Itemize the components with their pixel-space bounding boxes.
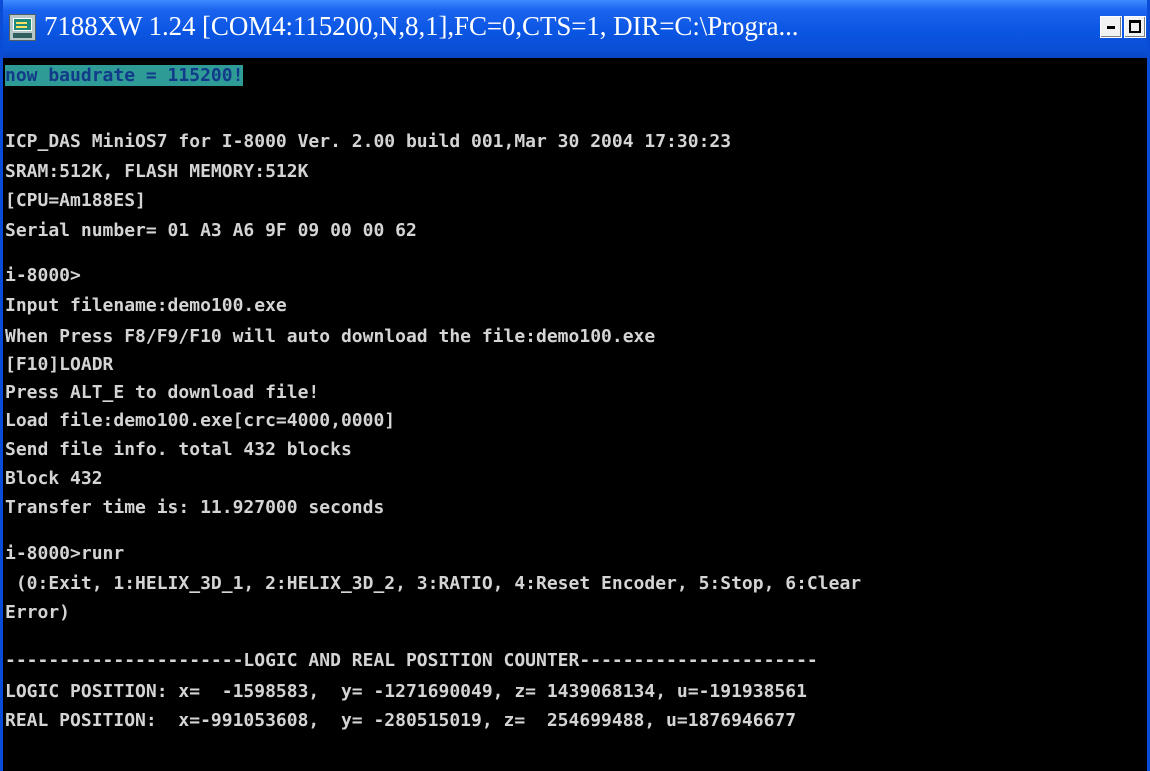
maximize-button[interactable] (1124, 16, 1146, 38)
console-line: Block 432 (5, 468, 103, 489)
title-bar[interactable]: 7188XW 1.24 [COM4:115200,N,8,1],FC=0,CTS… (3, 0, 1147, 58)
console-line: (0:Exit, 1:HELIX_3D_1, 2:HELIX_3D_2, 3:R… (5, 573, 862, 594)
console-line: ICP_DAS MiniOS7 for I-8000 Ver. 2.00 bui… (5, 131, 732, 152)
real-position-line: REAL POSITION: x=-991053608, y= -2805150… (5, 710, 797, 731)
console-line: [CPU=Am188ES] (5, 190, 146, 211)
console-line: Input filename:demo100.exe (5, 295, 287, 316)
console-line: When Press F8/F9/F10 will auto download … (5, 326, 656, 347)
console-line: SRAM:512K, FLASH MEMORY:512K (5, 161, 309, 182)
logic-position-line: LOGIC POSITION: x= -1598583, y= -1271690… (5, 681, 807, 702)
console-line: Press ALT_E to download file! (5, 382, 320, 403)
monitor-base-glyph (13, 33, 32, 38)
terminal-app-icon[interactable] (9, 14, 36, 41)
console-prompt: i-8000> (5, 265, 81, 286)
console-line: Error) (5, 602, 71, 623)
console-prompt: i-8000>runr (5, 543, 125, 564)
baudrate-highlight: now baudrate = 115200! (5, 65, 244, 86)
console-line: Transfer time is: 11.927000 seconds (5, 497, 385, 518)
console-line: Send file info. total 432 blocks (5, 439, 352, 460)
counter-header-line: ----------------------LOGIC AND REAL POS… (5, 650, 818, 671)
baudrate-line: now baudrate = 115200! (5, 65, 244, 86)
minimize-button[interactable] (1100, 16, 1122, 38)
console-line: Load file:demo100.exe[crc=4000,0000] (5, 410, 396, 431)
console-line: [F10]LOADR (5, 354, 114, 375)
window-title: 7188XW 1.24 [COM4:115200,N,8,1],FC=0,CTS… (44, 11, 799, 41)
terminal-window: 7188XW 1.24 [COM4:115200,N,8,1],FC=0,CTS… (0, 0, 1150, 771)
console-output[interactable]: now baudrate = 115200! ICP_DAS MiniOS7 f… (5, 65, 1140, 771)
monitor-screen-glyph (13, 18, 32, 31)
console-line: Serial number= 01 A3 A6 9F 09 00 00 62 (5, 220, 417, 241)
maximize-icon (1129, 20, 1141, 33)
minimize-icon (1107, 26, 1115, 29)
